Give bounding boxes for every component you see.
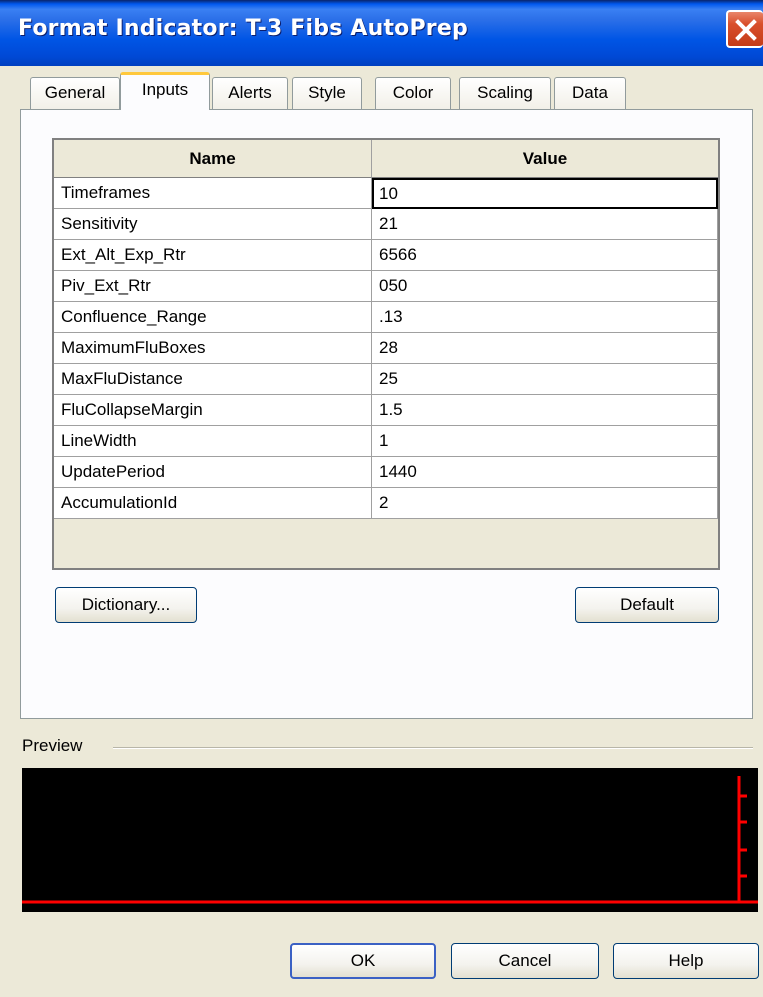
default-button[interactable]: Default [575, 587, 719, 623]
preview-pane [22, 768, 758, 912]
preview-label: Preview [22, 736, 83, 755]
table-row[interactable]: LineWidth 1 [54, 426, 718, 457]
tab-style[interactable]: Style [292, 77, 362, 109]
table-row[interactable]: Timeframes 10 [54, 178, 718, 209]
close-icon [735, 19, 757, 41]
input-value-cell[interactable]: 6566 [372, 240, 718, 271]
input-name-cell[interactable]: MaximumFluBoxes [54, 333, 372, 364]
tab-label: Alerts [228, 83, 272, 102]
input-value-cell[interactable]: 25 [372, 364, 718, 395]
column-header-name[interactable]: Name [54, 140, 372, 178]
input-value-cell[interactable]: 10 [372, 178, 718, 209]
column-header-value[interactable]: Value [372, 140, 718, 178]
close-button[interactable] [726, 10, 763, 48]
input-value-cell[interactable]: 1 [372, 426, 718, 457]
tab-scaling[interactable]: Scaling [459, 77, 551, 109]
input-value-cell[interactable]: 2 [372, 488, 718, 519]
tab-label: Scaling [477, 83, 533, 102]
tab-inputs[interactable]: Inputs [120, 72, 210, 110]
input-value-cell[interactable]: 1440 [372, 457, 718, 488]
table-row[interactable]: MaxFluDistance 25 [54, 364, 718, 395]
tab-label: Style [308, 83, 346, 102]
input-name-cell[interactable]: MaxFluDistance [54, 364, 372, 395]
input-name-cell[interactable]: UpdatePeriod [54, 457, 372, 488]
input-name-cell[interactable]: Timeframes [54, 178, 372, 209]
input-value-cell[interactable]: 1.5 [372, 395, 718, 426]
input-value-cell[interactable]: 21 [372, 209, 718, 240]
table-row[interactable]: Ext_Alt_Exp_Rtr 6566 [54, 240, 718, 271]
input-value-cell[interactable]: .13 [372, 302, 718, 333]
table-row[interactable]: Sensitivity 21 [54, 209, 718, 240]
input-value-cell[interactable]: 28 [372, 333, 718, 364]
tab-alerts[interactable]: Alerts [212, 77, 288, 109]
input-name-cell[interactable]: AccumulationId [54, 488, 372, 519]
input-name-cell[interactable]: FluCollapseMargin [54, 395, 372, 426]
table-row[interactable]: AccumulationId 2 [54, 488, 718, 519]
input-name-cell[interactable]: LineWidth [54, 426, 372, 457]
table-row[interactable]: Confluence_Range .13 [54, 302, 718, 333]
tab-data[interactable]: Data [554, 77, 626, 109]
table-row[interactable]: MaximumFluBoxes 28 [54, 333, 718, 364]
tab-general[interactable]: General [30, 77, 120, 109]
inputs-grid: Name Value Timeframes 10 Sensitivity 21 … [52, 138, 720, 570]
table-row[interactable]: UpdatePeriod 1440 [54, 457, 718, 488]
input-value-cell[interactable]: 050 [372, 271, 718, 302]
tab-color[interactable]: Color [375, 77, 451, 109]
tab-label: Color [392, 83, 434, 102]
preview-divider [113, 747, 753, 749]
window-title: Format Indicator: T-3 Fibs AutoPrep [18, 16, 468, 41]
ok-button[interactable]: OK [290, 943, 436, 979]
dictionary-button[interactable]: Dictionary... [55, 587, 197, 623]
tab-label: General [44, 83, 106, 102]
preview-indicator-graphic [22, 776, 758, 904]
input-name-cell[interactable]: Confluence_Range [54, 302, 372, 333]
table-row[interactable]: FluCollapseMargin 1.5 [54, 395, 718, 426]
input-name-cell[interactable]: Sensitivity [54, 209, 372, 240]
input-name-cell[interactable]: Piv_Ext_Rtr [54, 271, 372, 302]
tab-label: Data [572, 83, 608, 102]
table-row[interactable]: Piv_Ext_Rtr 050 [54, 271, 718, 302]
title-bar[interactable]: Format Indicator: T-3 Fibs AutoPrep [0, 0, 763, 66]
input-name-cell[interactable]: Ext_Alt_Exp_Rtr [54, 240, 372, 271]
help-button[interactable]: Help [613, 943, 759, 979]
tab-label: Inputs [141, 80, 189, 99]
cancel-button[interactable]: Cancel [451, 943, 599, 979]
